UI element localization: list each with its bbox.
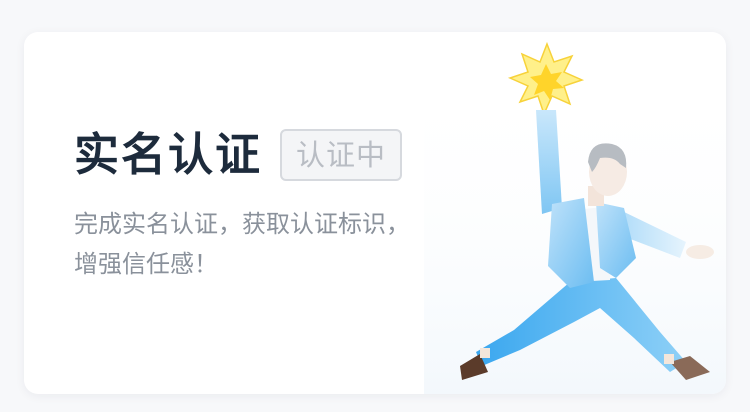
- title-row: 实名认证 认证中: [74, 126, 403, 184]
- description-line: 增强信任感！: [74, 250, 218, 278]
- description-line: 完成实名认证，获取认证标识，: [74, 210, 410, 238]
- left-ankle: [480, 348, 490, 358]
- right-ankle: [664, 354, 674, 364]
- verification-card[interactable]: 实名认证 认证中 完成实名认证，获取认证标识， 增强信任感！: [24, 32, 726, 394]
- hand: [686, 245, 714, 259]
- person-holding-star-illustration: [424, 32, 726, 394]
- description: 完成实名认证，获取认证标识， 增强信任感！: [74, 204, 444, 284]
- illustration-svg: [424, 41, 726, 394]
- page: 实名认证 认证中 完成实名认证，获取认证标识， 增强信任感！: [0, 0, 750, 412]
- page-title: 实名认证: [74, 128, 263, 181]
- status-badge: 认证中: [280, 129, 403, 181]
